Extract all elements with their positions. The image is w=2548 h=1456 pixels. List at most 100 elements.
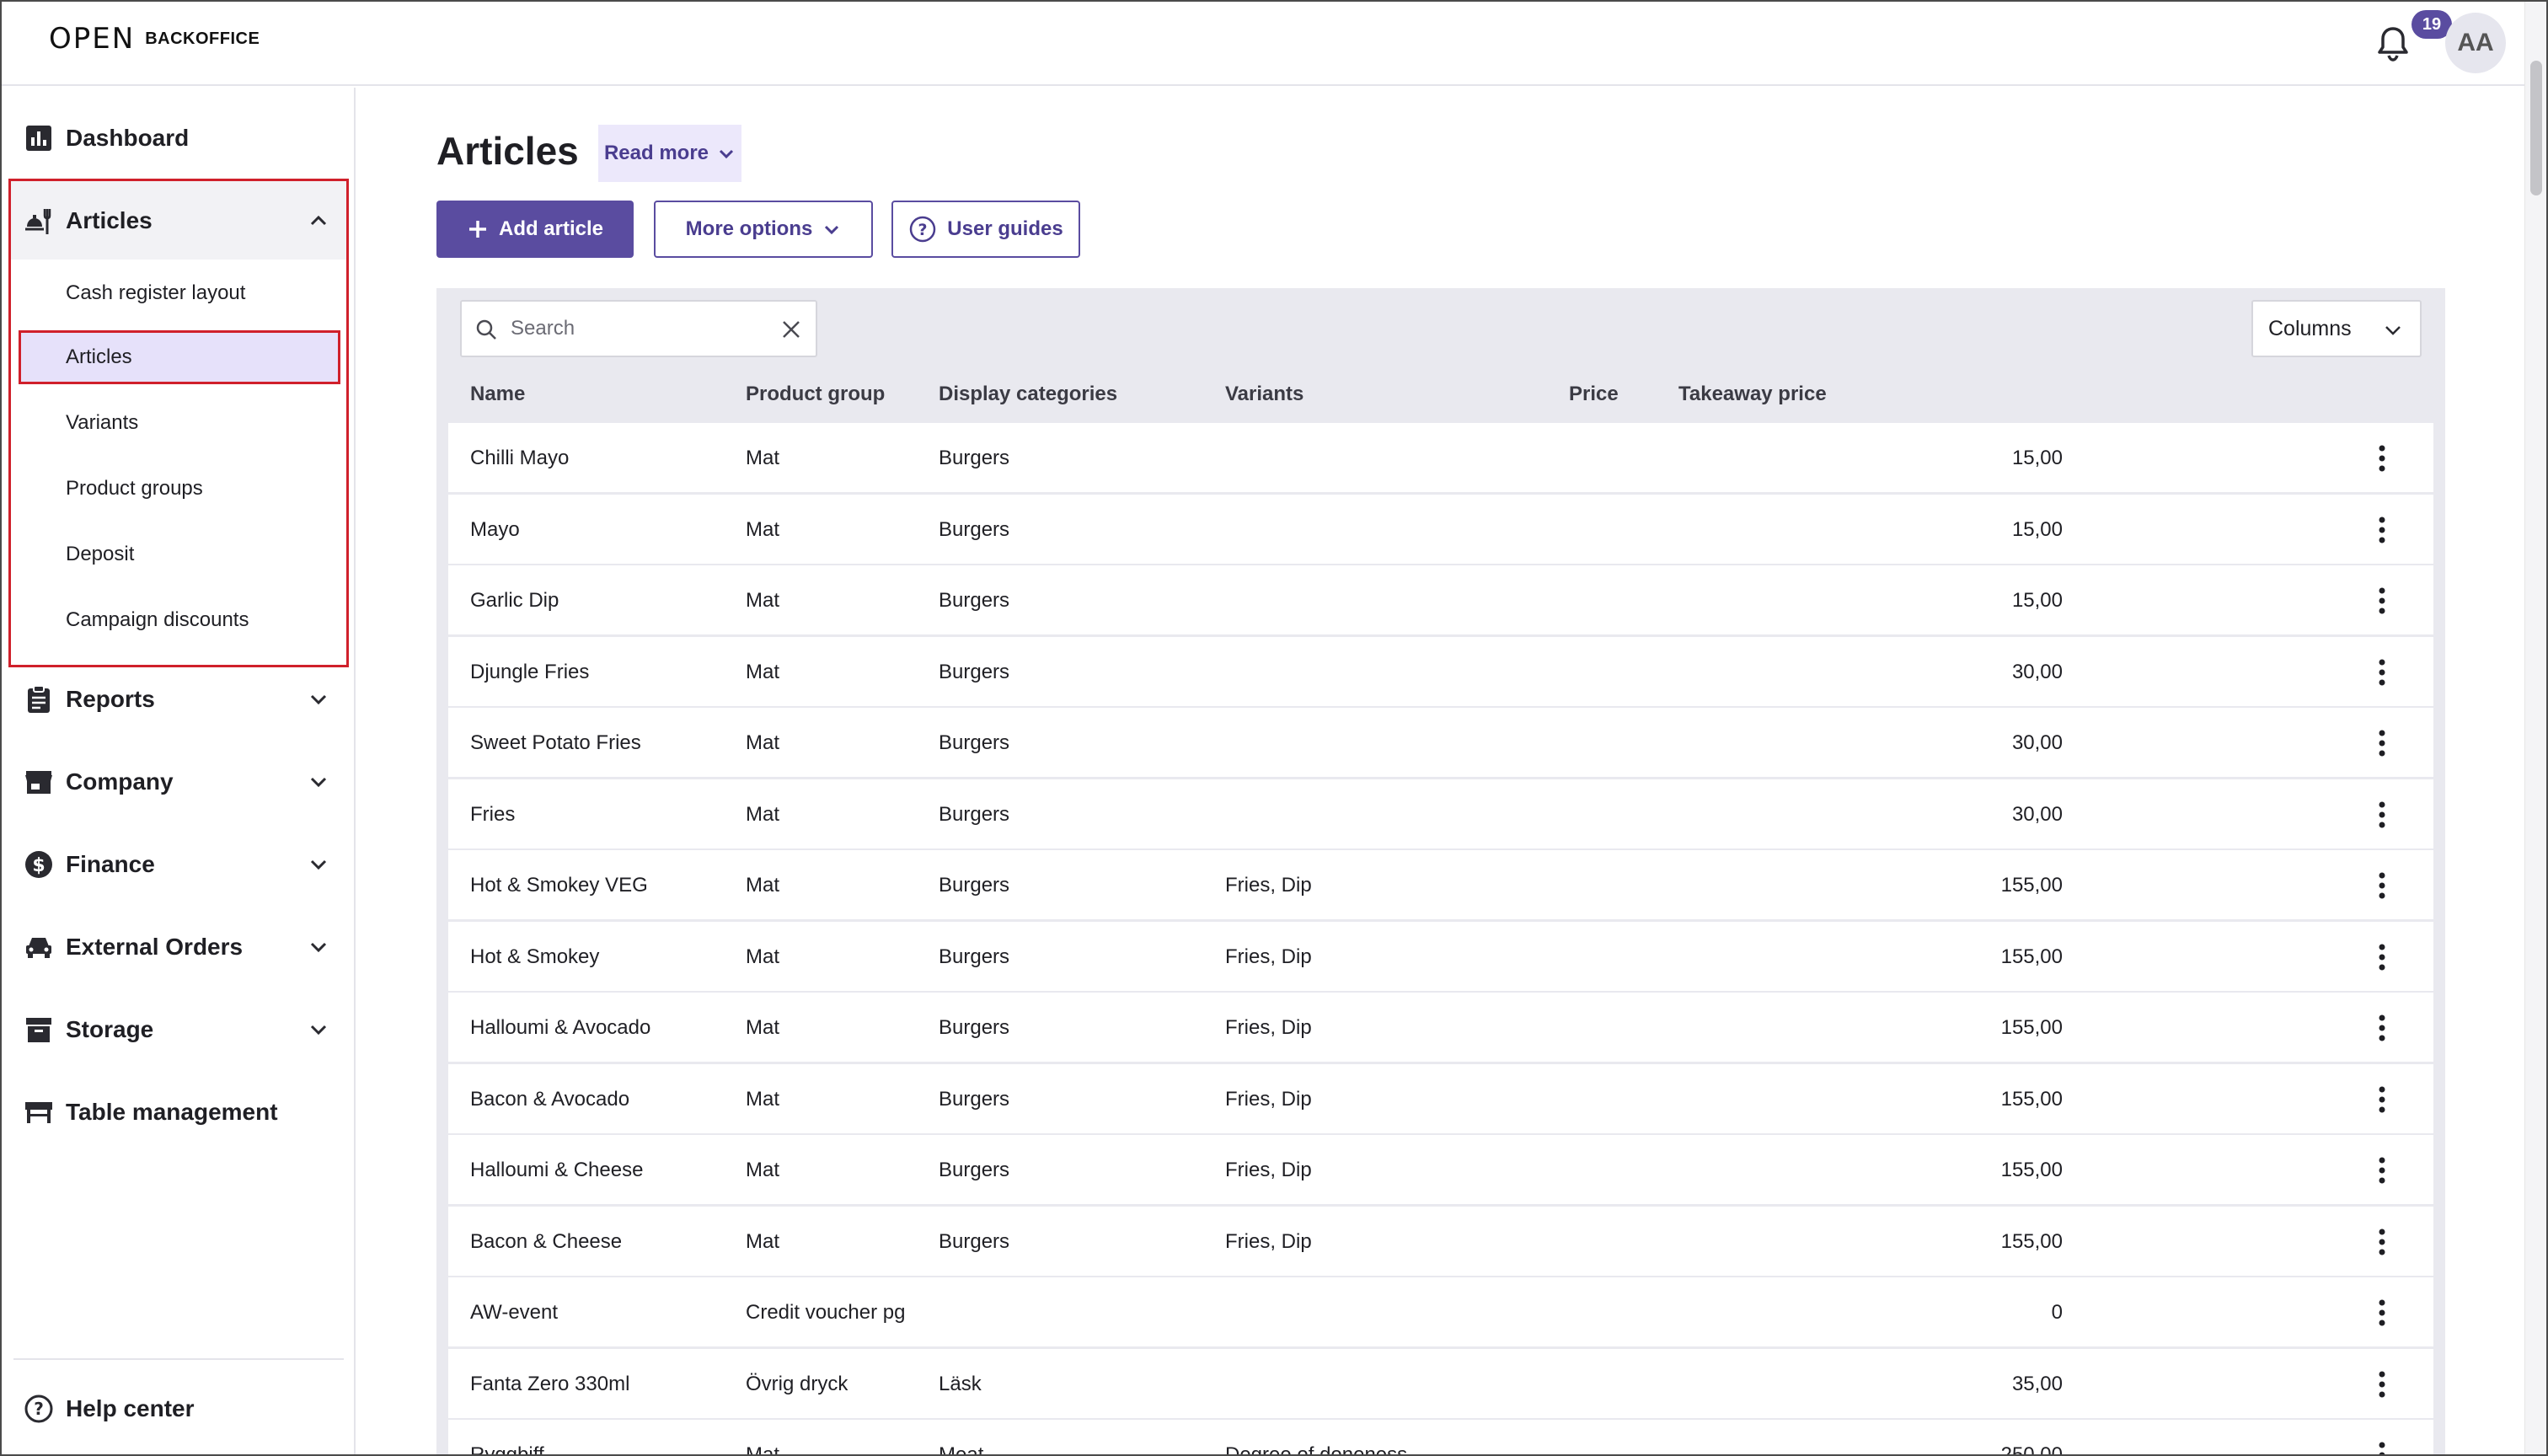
cell-name: Ryggbiff: [470, 1443, 544, 1456]
table-row[interactable]: Mayo Mat Burgers 15,00: [448, 495, 2433, 565]
cell-product-group: Mat: [746, 1443, 780, 1456]
logo-mark: OPEN: [49, 22, 136, 56]
cell-product-group: Mat: [746, 945, 780, 968]
kebab-menu-icon[interactable]: [2369, 656, 2395, 689]
sidebar-item-finance[interactable]: $ Finance: [2, 831, 354, 898]
articles-highlight-box: [8, 179, 349, 667]
cell-price: 30,00: [2011, 803, 2063, 826]
column-header-variants[interactable]: Variants: [1225, 383, 1303, 406]
more-options-label: More options: [685, 217, 813, 240]
table-row[interactable]: Halloumi & Cheese Mat Burgers Fries, Dip…: [448, 1135, 2433, 1206]
cell-product-group: Mat: [746, 731, 780, 754]
kebab-menu-icon[interactable]: [2369, 798, 2395, 832]
sidebar-label-reports: Reports: [66, 686, 155, 712]
cell-display-categories: Burgers: [939, 803, 1010, 826]
kebab-menu-icon[interactable]: [2369, 513, 2395, 547]
chevron-down-icon[interactable]: [307, 1018, 330, 1041]
search-input[interactable]: [511, 310, 763, 347]
cell-display-categories: Burgers: [939, 661, 1010, 683]
sidebar-item-reports[interactable]: Reports: [2, 666, 354, 733]
sidebar-item-storage[interactable]: Storage: [2, 996, 354, 1063]
cell-name: Mayo: [470, 518, 520, 541]
dollar-circle-icon: $: [24, 849, 54, 880]
kebab-menu-icon[interactable]: [2369, 1296, 2395, 1330]
cell-name: Halloumi & Avocado: [470, 1016, 651, 1039]
sidebar-item-dashboard[interactable]: Dashboard: [2, 104, 354, 172]
table-row[interactable]: Garlic Dip Mat Burgers 15,00: [448, 565, 2433, 636]
cell-price: 155,00: [2000, 945, 2063, 968]
cell-display-categories: Burgers: [939, 1088, 1010, 1111]
chevron-down-icon[interactable]: [307, 853, 330, 876]
page-scrollbar[interactable]: [2524, 2, 2546, 1454]
bell-icon[interactable]: [2376, 25, 2410, 62]
close-icon[interactable]: [780, 318, 802, 340]
chevron-down-icon[interactable]: [307, 770, 330, 794]
more-options-button[interactable]: More options: [654, 201, 873, 258]
user-guides-label: User guides: [947, 217, 1063, 240]
sidebar-item-external-orders[interactable]: External Orders: [2, 913, 354, 981]
table-row[interactable]: Hot & Smokey Mat Burgers Fries, Dip 155,…: [448, 922, 2433, 993]
scrollbar-thumb[interactable]: [2530, 61, 2542, 195]
kebab-menu-icon[interactable]: [2369, 1438, 2395, 1454]
sidebar-item-table-management[interactable]: Table management: [2, 1079, 354, 1146]
cell-product-group: Mat: [746, 1088, 780, 1111]
table-row[interactable]: Bacon & Cheese Mat Burgers Fries, Dip 15…: [448, 1207, 2433, 1277]
table-row[interactable]: Halloumi & Avocado Mat Burgers Fries, Di…: [448, 993, 2433, 1063]
table-row[interactable]: AW-event Credit voucher pg 0: [448, 1277, 2433, 1348]
avatar[interactable]: AA: [2445, 13, 2506, 73]
cell-display-categories: Burgers: [939, 874, 1010, 897]
table-row[interactable]: Chilli Mayo Mat Burgers 15,00: [448, 423, 2433, 494]
column-header-display-categories[interactable]: Display categories: [939, 383, 1117, 406]
read-more-button[interactable]: Read more: [598, 125, 741, 182]
car-icon: [24, 932, 54, 962]
cell-price: 15,00: [2011, 589, 2063, 612]
kebab-menu-icon[interactable]: [2369, 1225, 2395, 1259]
cell-product-group: Mat: [746, 447, 780, 469]
cell-name: Halloumi & Cheese: [470, 1159, 644, 1181]
cell-price: 35,00: [2011, 1373, 2063, 1395]
table-row[interactable]: Bacon & Avocado Mat Burgers Fries, Dip 1…: [448, 1064, 2433, 1135]
table-row[interactable]: Ryggbiff Mat Meat Degree of doneness 250…: [448, 1420, 2433, 1456]
table-row[interactable]: Fries Mat Burgers 30,00: [448, 779, 2433, 850]
kebab-menu-icon[interactable]: [2369, 1368, 2395, 1401]
question-circle-icon: ?: [24, 1394, 54, 1424]
search-box: [460, 300, 817, 357]
kebab-menu-icon[interactable]: [2369, 726, 2395, 760]
kebab-menu-icon[interactable]: [2369, 869, 2395, 902]
chevron-down-icon[interactable]: [307, 688, 330, 711]
add-article-button[interactable]: Add article: [436, 201, 634, 258]
cell-name: Sweet Potato Fries: [470, 731, 641, 754]
table-row[interactable]: Djungle Fries Mat Burgers 30,00: [448, 637, 2433, 708]
table-row[interactable]: Fanta Zero 330ml Övrig dryck Läsk 35,00: [448, 1349, 2433, 1420]
svg-text:?: ?: [918, 221, 928, 239]
kebab-menu-icon[interactable]: [2369, 1083, 2395, 1116]
chevron-down-icon[interactable]: [307, 935, 330, 959]
svg-text:?: ?: [34, 1399, 44, 1419]
columns-select[interactable]: Columns: [2251, 300, 2422, 357]
column-header-price[interactable]: Price: [1569, 383, 1619, 406]
cell-variants: Fries, Dip: [1225, 1230, 1312, 1253]
column-header-product-group[interactable]: Product group: [746, 383, 885, 406]
user-guides-button[interactable]: ? User guides: [891, 201, 1080, 258]
cell-display-categories: Burgers: [939, 945, 1010, 968]
kebab-menu-icon[interactable]: [2369, 940, 2395, 974]
kebab-menu-icon[interactable]: [2369, 1154, 2395, 1187]
cell-display-categories: Burgers: [939, 518, 1010, 541]
column-header-name[interactable]: Name: [470, 383, 525, 406]
chevron-down-icon: [2385, 326, 2401, 335]
kebab-menu-icon[interactable]: [2369, 584, 2395, 618]
kebab-menu-icon[interactable]: [2369, 1011, 2395, 1045]
table-row[interactable]: Sweet Potato Fries Mat Burgers 30,00: [448, 708, 2433, 779]
logo[interactable]: OPEN BACKOFFICE: [49, 20, 260, 57]
sidebar-label-company: Company: [66, 768, 174, 795]
sidebar-item-help-center[interactable]: ? Help center: [2, 1375, 354, 1443]
kebab-menu-icon[interactable]: [2369, 442, 2395, 475]
cell-display-categories: Burgers: [939, 1016, 1010, 1039]
cell-variants: Fries, Dip: [1225, 1159, 1312, 1181]
cell-variants: Fries, Dip: [1225, 874, 1312, 897]
sidebar-item-company[interactable]: Company: [2, 748, 354, 816]
table-row[interactable]: Hot & Smokey VEG Mat Burgers Fries, Dip …: [448, 850, 2433, 921]
column-header-takeaway-price[interactable]: Takeaway price: [1678, 383, 1827, 406]
table-icon: [24, 1097, 54, 1127]
sidebar: Dashboard Articles Cash register layout …: [2, 88, 356, 1454]
